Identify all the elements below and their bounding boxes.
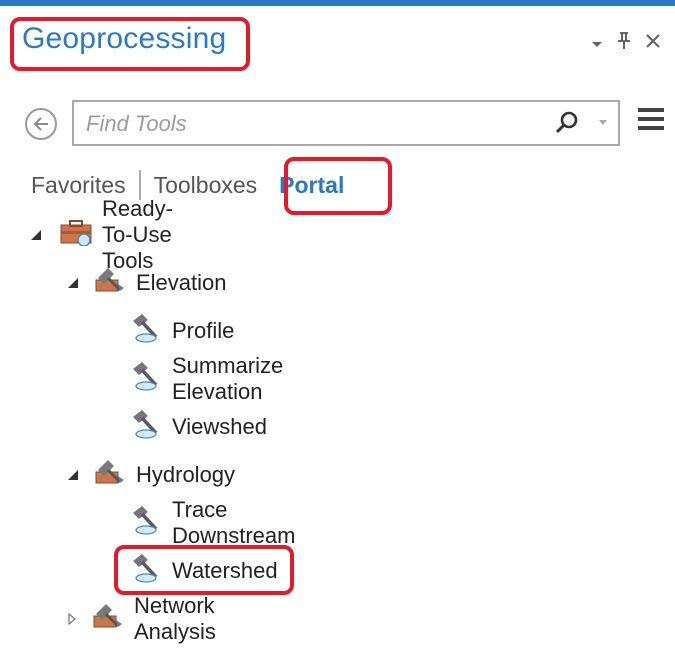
- toolset-icon: [94, 266, 128, 300]
- tree-item-label: Hydrology: [136, 462, 236, 487]
- expanded-triangle-icon[interactable]: [30, 228, 42, 242]
- title-highlight-box: [10, 17, 250, 71]
- tree-item-label: Summarize Elevation: [172, 353, 284, 404]
- tree-item-summarize-elevation[interactable]: Summarize Elevation: [130, 353, 283, 404]
- tab-toolboxes[interactable]: Toolboxes: [154, 172, 258, 199]
- expanded-triangle-icon[interactable]: [66, 468, 80, 482]
- tree-item-label: Trace Downstream: [172, 497, 296, 548]
- tool-hammer-icon: [130, 361, 164, 397]
- find-tools-search-box[interactable]: [72, 100, 620, 146]
- hamburger-menu-icon[interactable]: [638, 108, 664, 134]
- tab-favorites[interactable]: Favorites: [31, 172, 126, 199]
- back-button[interactable]: [25, 108, 57, 140]
- tree-item-profile[interactable]: Profile: [130, 311, 234, 351]
- tool-hammer-icon: [130, 505, 164, 541]
- tree-item-ready-to-use-tools[interactable]: Ready-To-Use Tools: [30, 196, 175, 273]
- tree-item-elevation[interactable]: Elevation: [66, 263, 227, 303]
- portal-tab-highlight-box: [284, 157, 392, 215]
- tree-item-network-analysis[interactable]: Network Analysis: [66, 593, 218, 644]
- collapsed-triangle-icon[interactable]: [66, 612, 78, 626]
- search-input[interactable]: [84, 108, 528, 140]
- tree-item-label: Profile: [172, 318, 235, 343]
- toolset-icon: [92, 602, 126, 636]
- toolset-icon: [94, 458, 128, 492]
- tree-item-viewshed[interactable]: Viewshed: [130, 407, 267, 447]
- window-controls: [591, 32, 661, 54]
- toolbox-icon: [60, 218, 94, 252]
- search-icon[interactable]: [554, 110, 580, 141]
- expanded-triangle-icon[interactable]: [66, 276, 80, 290]
- tree-item-trace-downstream[interactable]: Trace Downstream: [130, 497, 295, 548]
- tree-item-hydrology[interactable]: Hydrology: [66, 455, 235, 495]
- tree-item-label: Elevation: [136, 270, 227, 295]
- options-dropdown-icon[interactable]: [591, 33, 603, 53]
- tool-hammer-icon: [130, 313, 164, 349]
- pin-icon[interactable]: [617, 32, 631, 54]
- search-options-caret-icon[interactable]: [599, 120, 607, 125]
- close-icon[interactable]: [645, 33, 661, 53]
- back-arrow-icon: [33, 117, 48, 131]
- watershed-highlight-box: [114, 545, 294, 595]
- panel-top-border: [0, 0, 675, 6]
- tree-item-label: Viewshed: [172, 414, 267, 439]
- tree-item-label: Network Analysis: [134, 593, 216, 644]
- tool-hammer-icon: [130, 409, 164, 445]
